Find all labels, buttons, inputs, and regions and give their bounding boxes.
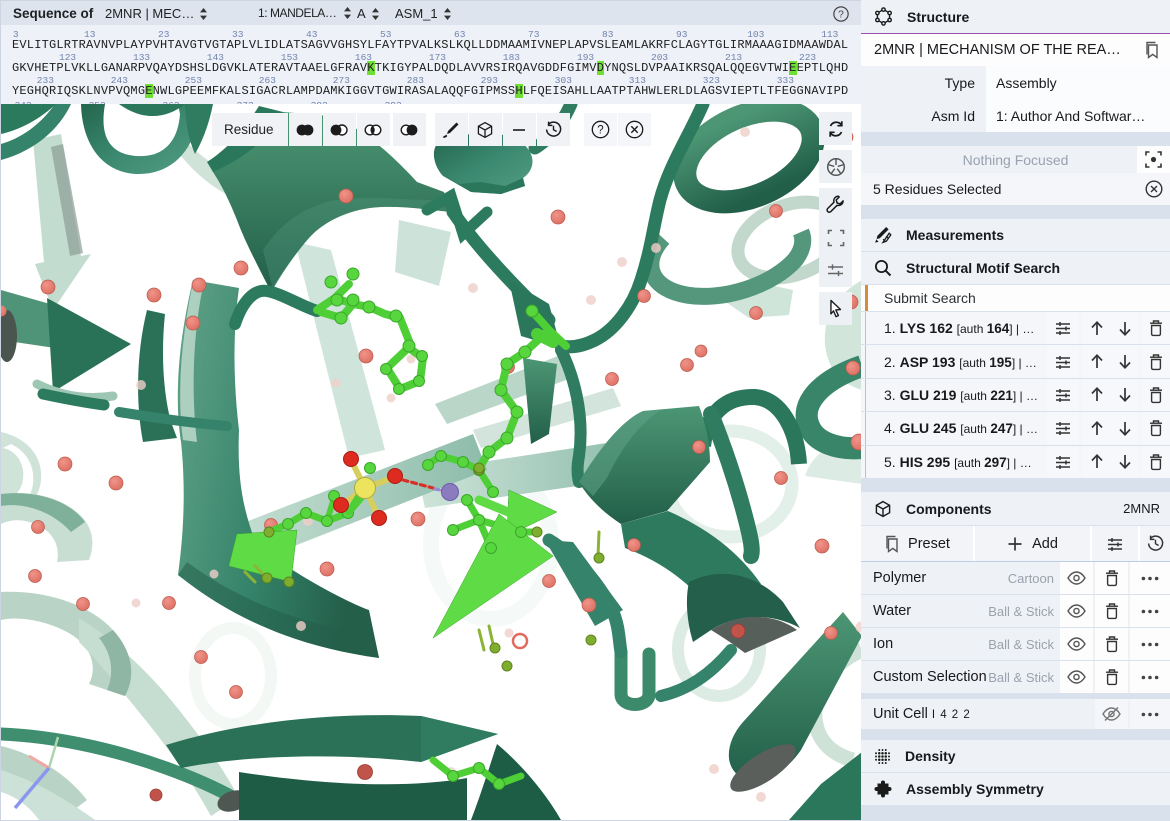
svg-text:?: ? [597,124,603,136]
svg-text:?: ? [838,9,844,20]
